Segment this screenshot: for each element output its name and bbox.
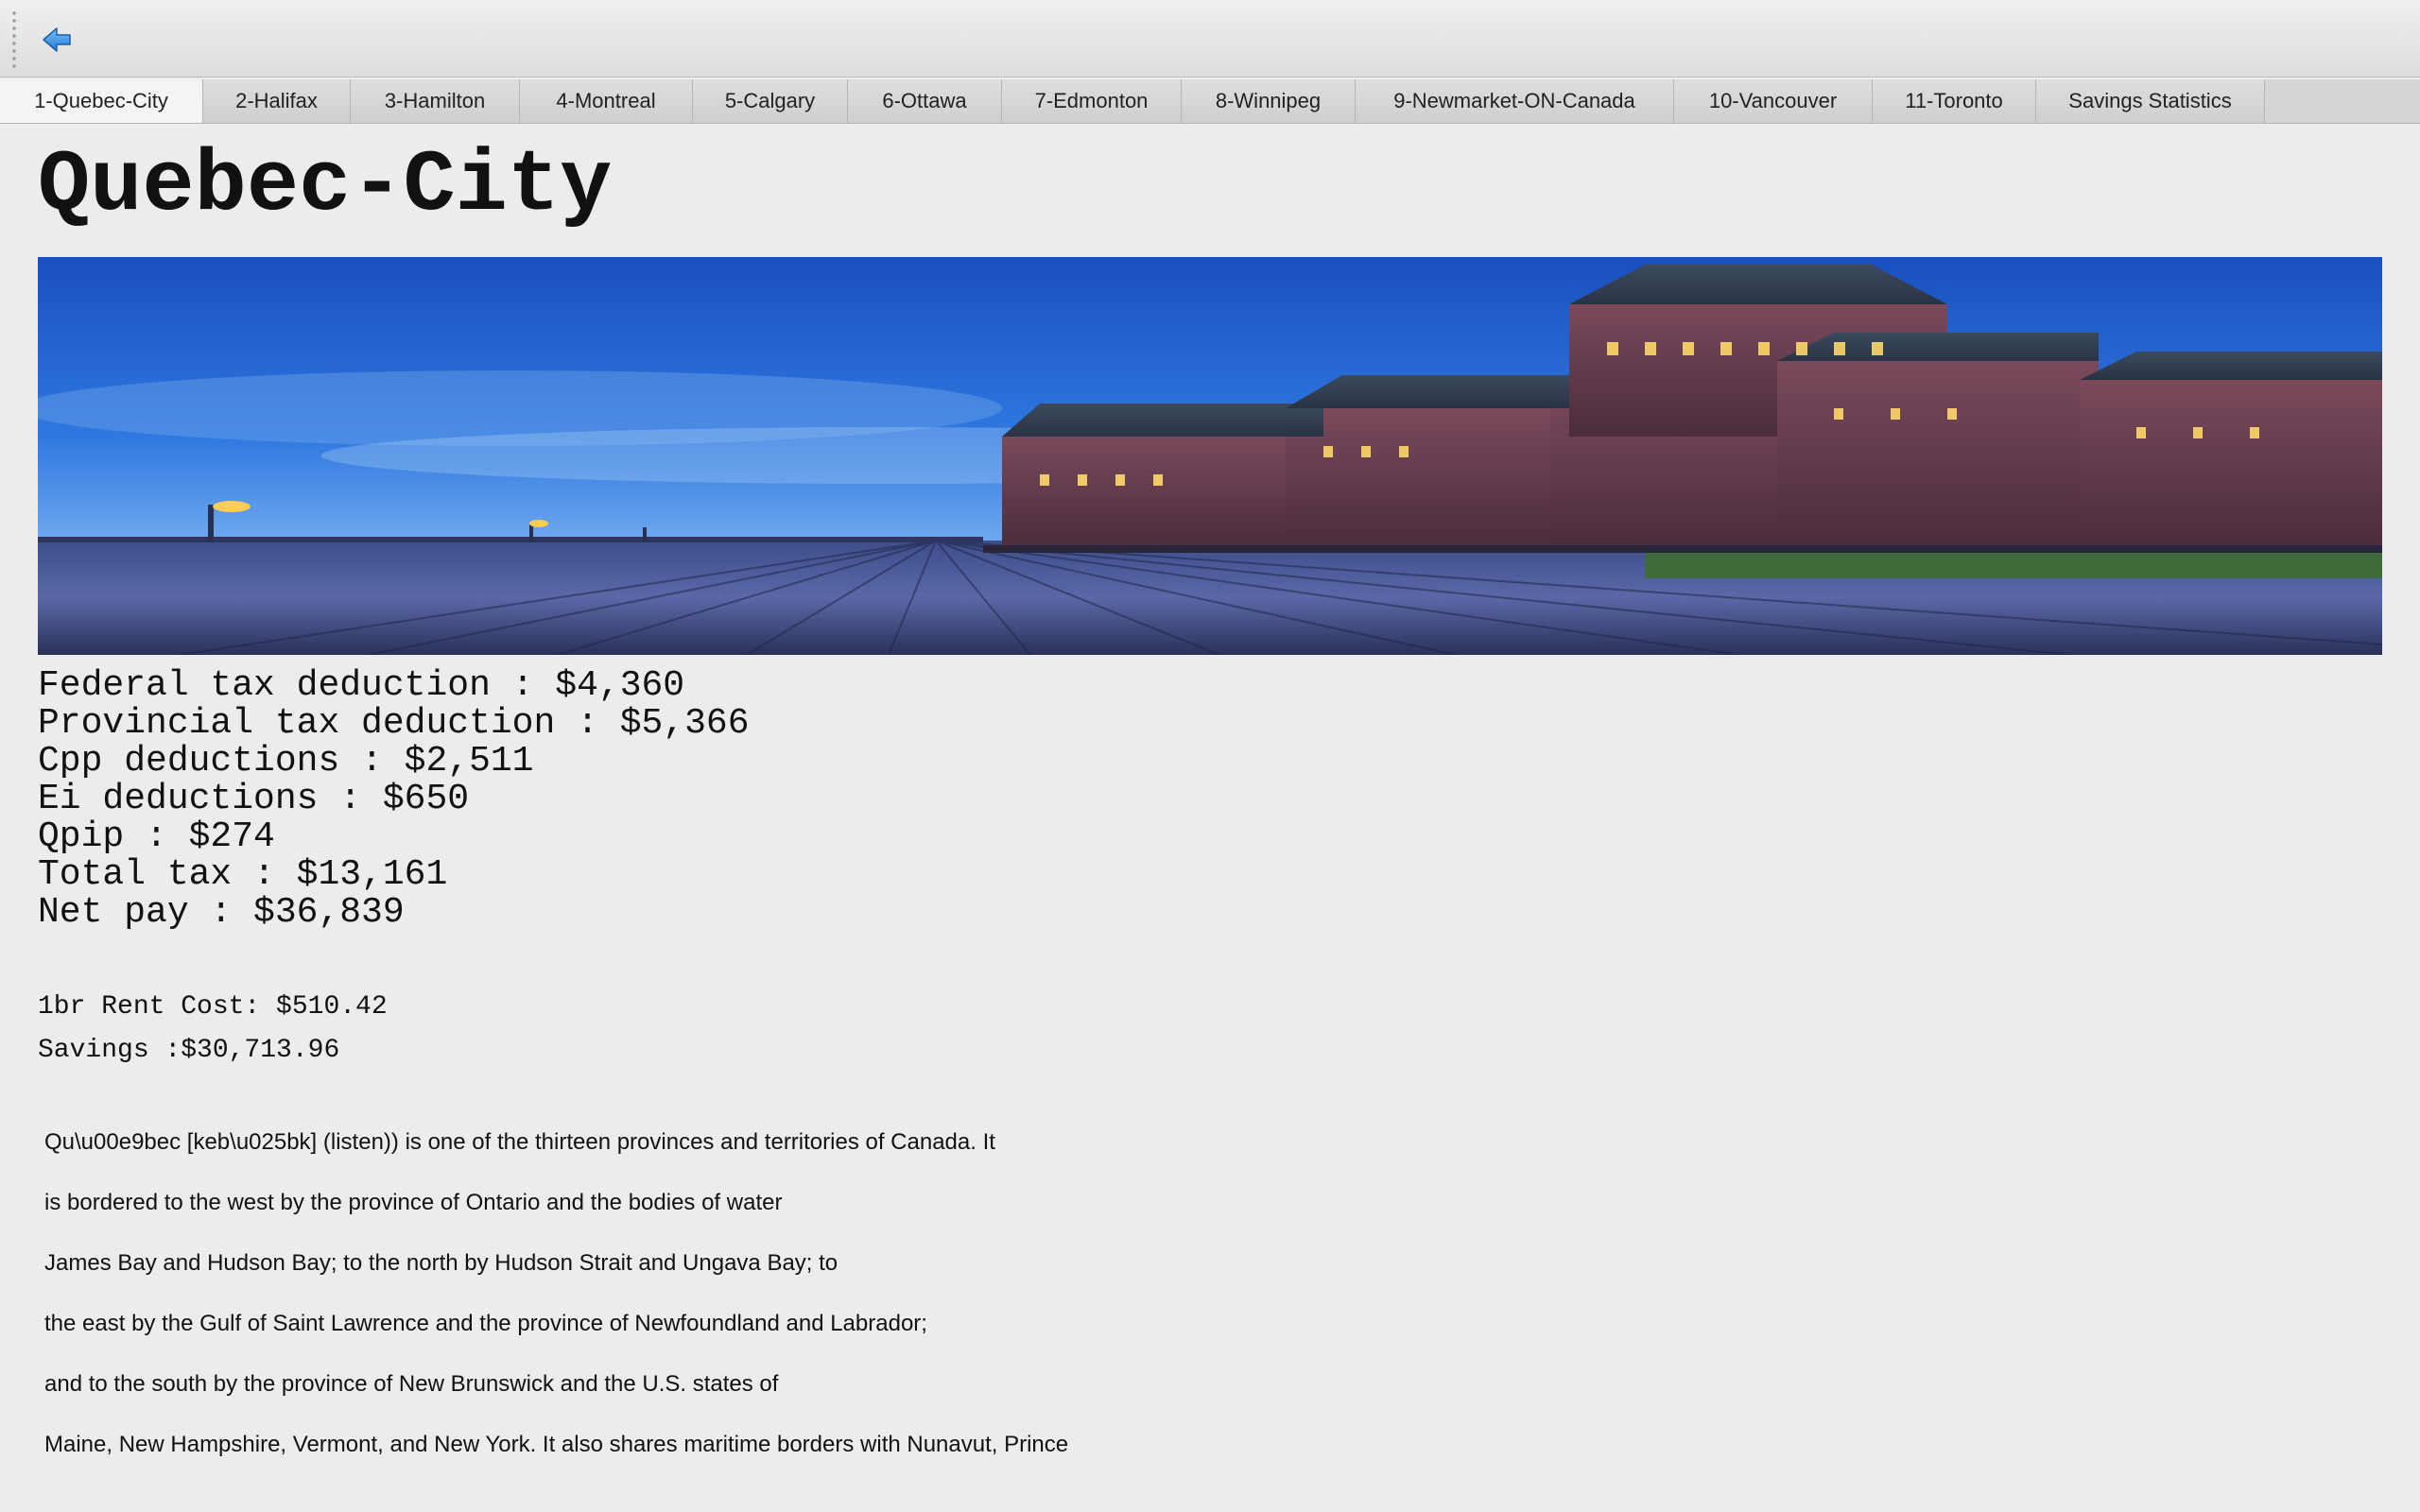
tab-bar: 1-Quebec-City 2-Halifax 3-Hamilton 4-Mon… <box>0 79 2420 124</box>
description-line: and to the south by the province of New … <box>44 1371 779 1397</box>
tab-winnipeg[interactable]: 8-Winnipeg <box>1182 79 1356 123</box>
toolbar-grip[interactable] <box>12 9 16 68</box>
page-title: Quebec-City <box>38 136 613 235</box>
qpip-line: Qpip : $274 <box>38 816 275 857</box>
tab-edmonton[interactable]: 7-Edmonton <box>1002 79 1182 123</box>
savings-line: Savings :$30,713.96 <box>38 1036 340 1065</box>
back-arrow-icon <box>43 27 71 52</box>
rent-cost-line: 1br Rent Cost: $510.42 <box>38 992 388 1022</box>
description-line: is bordered to the west by the province … <box>44 1190 783 1215</box>
ei-deductions-line: Ei deductions : $650 <box>38 779 470 819</box>
tab-savings-statistics[interactable]: Savings Statistics <box>2036 79 2265 123</box>
city-panel: Quebec-City Federal tax deduction: $4,3… <box>0 124 2420 1512</box>
total-tax-line: Total tax : $13,161 <box>38 854 448 895</box>
tab-vancouver[interactable]: 10-Vancouver <box>1674 79 1873 123</box>
cost-summary: 1br Rent Cost: $510.42 Savings :$30,713.… <box>38 986 388 1073</box>
back-button[interactable] <box>40 21 79 59</box>
tab-halifax[interactable]: 2-Halifax <box>203 79 351 123</box>
tab-calgary[interactable]: 5-Calgary <box>693 79 848 123</box>
tab-newmarket[interactable]: 9-Newmarket-ON-Canada <box>1356 79 1674 123</box>
toolbar <box>0 0 2420 77</box>
description-line: the east by the Gulf of Saint Lawrence a… <box>44 1311 927 1336</box>
description-line: Qu\u00e9bec [keb\u025bk] (listen)) is on… <box>44 1129 995 1155</box>
tab-montreal[interactable]: 4-Montreal <box>520 79 693 123</box>
cpp-deductions-line: Cpp deductions : $2,511 <box>38 741 534 782</box>
tab-toronto[interactable]: 11-Toronto <box>1873 79 2036 123</box>
net-pay-line: Net pay : $36,839 <box>38 892 405 933</box>
city-description: Qu\u00e9bec [keb\u025bk] (listen)) is on… <box>44 1112 1068 1475</box>
federal-tax-line: Federal tax deduction : $4,360 <box>38 665 685 706</box>
description-line: Maine, New Hampshire, Vermont, and New Y… <box>44 1432 1069 1457</box>
provincial-tax-line: Provincial tax deduction : $5,366 <box>38 703 750 744</box>
tab-ottawa[interactable]: 6-Ottawa <box>848 79 1002 123</box>
tab-quebec-city[interactable]: 1-Quebec-City <box>0 79 203 123</box>
tab-hamilton[interactable]: 3-Hamilton <box>351 79 520 123</box>
city-banner-image <box>38 257 2382 655</box>
tax-deductions-list: Federal tax deduction : $4,360 Provincia… <box>38 667 750 932</box>
description-line: James Bay and Hudson Bay; to the north b… <box>44 1250 838 1276</box>
